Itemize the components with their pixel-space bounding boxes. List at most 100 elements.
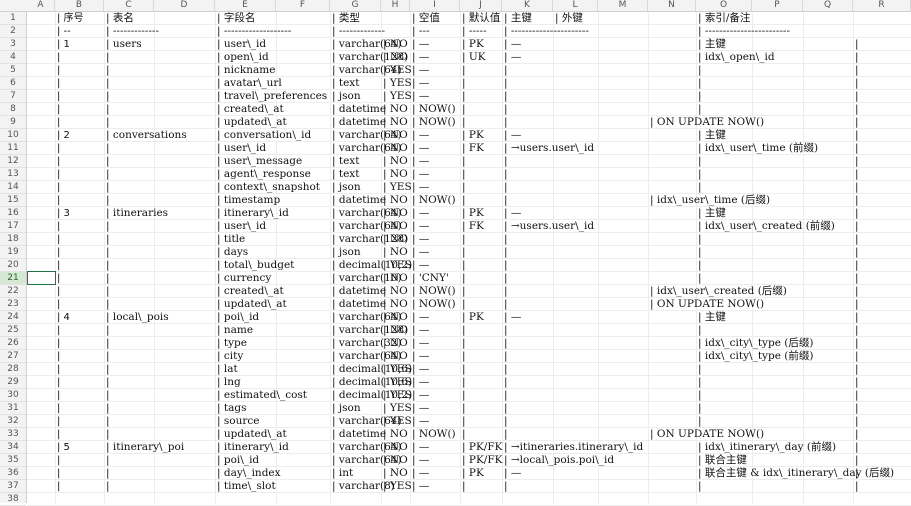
cell-b29[interactable]: | — [57, 376, 60, 389]
cell-e33[interactable]: | updated\_at — [217, 428, 287, 441]
cell-e18[interactable]: | title — [217, 233, 245, 246]
cell-e2[interactable]: | ------------------- — [217, 25, 291, 38]
cell-h3[interactable]: | NO — [383, 38, 408, 51]
cell-k5[interactable]: | — [504, 64, 508, 77]
cell-c27[interactable]: | — [106, 350, 110, 363]
row-header-15[interactable]: 15 — [0, 194, 26, 207]
cell-c9[interactable]: | — [106, 116, 110, 129]
cell-k15[interactable]: | — [504, 194, 508, 207]
cell-b36[interactable]: | — [57, 467, 60, 480]
cell-c35[interactable]: | — [106, 454, 110, 467]
cell-i30[interactable]: | — — [412, 389, 429, 402]
cell-e8[interactable]: | created\_at — [217, 103, 284, 116]
cell-c30[interactable]: | — [106, 389, 110, 402]
cell-b28[interactable]: | — [57, 363, 60, 376]
cell-o26[interactable]: | idx\_city\_type (后缀) — [698, 337, 813, 350]
cell-o18[interactable]: | — [698, 233, 702, 246]
cell-h21[interactable]: | NO — [383, 272, 408, 285]
cell-h36[interactable]: | NO — [383, 467, 408, 480]
cell-i15[interactable]: | NOW() — [412, 194, 456, 207]
cell-o3[interactable]: | 主键 — [698, 38, 726, 51]
cell-j36[interactable]: | PK — [462, 467, 484, 480]
row-header-5[interactable]: 5 — [0, 64, 26, 77]
cell-c21[interactable]: | — [106, 272, 110, 285]
cell-b18[interactable]: | — [57, 233, 60, 246]
cell-j20[interactable]: | — [462, 259, 466, 272]
cell-c25[interactable]: | — [106, 324, 110, 337]
column-header-m[interactable]: M — [598, 0, 648, 11]
cell-o21[interactable]: | — [698, 272, 702, 285]
row-header-30[interactable]: 30 — [0, 389, 26, 402]
cell-b9[interactable]: | — [57, 116, 60, 129]
cell-b12[interactable]: | — [57, 155, 60, 168]
cell-h24[interactable]: | NO — [383, 311, 408, 324]
cell-o8[interactable]: | — [698, 103, 702, 116]
cell-k10[interactable]: | — — [504, 129, 521, 142]
cell-o31[interactable]: | — [698, 402, 702, 415]
cell-b30[interactable]: | — [57, 389, 60, 402]
cell-j9[interactable]: | — [462, 116, 466, 129]
cell-k11[interactable]: | →users.user\_id — [504, 142, 594, 155]
cell-g19[interactable]: | json — [332, 246, 361, 259]
cell-e37[interactable]: | time\_slot — [217, 480, 276, 493]
cell-h12[interactable]: | NO — [383, 155, 408, 168]
row-header-9[interactable]: 9 — [0, 116, 26, 129]
cell-c23[interactable]: | — [106, 298, 110, 311]
row-header-12[interactable]: 12 — [0, 155, 26, 168]
row-header-3[interactable]: 3 — [0, 38, 26, 51]
cell-r25[interactable]: | — [855, 324, 859, 337]
cell-h28[interactable]: | YES — [383, 363, 412, 376]
cell-c16[interactable]: | itineraries — [106, 207, 168, 220]
cell-k1[interactable]: | 主键 — [504, 12, 532, 25]
cell-g1[interactable]: | 类型 — [332, 12, 360, 25]
cell-i11[interactable]: | — — [412, 142, 429, 155]
cell-h10[interactable]: | NO — [383, 129, 408, 142]
cell-c1[interactable]: | 表名 — [106, 12, 134, 25]
cell-r32[interactable]: | — [855, 415, 859, 428]
cell-n33[interactable]: | ON UPDATE NOW() — [650, 428, 764, 441]
column-header-p[interactable]: P — [752, 0, 803, 11]
cell-c33[interactable]: | — [106, 428, 110, 441]
cell-e35[interactable]: | poi\_id — [217, 454, 259, 467]
cell-c17[interactable]: | — [106, 220, 110, 233]
cell-j31[interactable]: | — [462, 402, 466, 415]
cell-h19[interactable]: | NO — [383, 246, 408, 259]
column-header-j[interactable]: J — [460, 0, 502, 11]
column-header-a[interactable]: A — [27, 0, 55, 11]
cell-i33[interactable]: | NOW() — [412, 428, 456, 441]
cell-i7[interactable]: | — — [412, 90, 429, 103]
cell-r14[interactable]: | — [855, 181, 859, 194]
cell-i24[interactable]: | — — [412, 311, 429, 324]
cell-g36[interactable]: | int — [332, 467, 353, 480]
cell-o19[interactable]: | — [698, 246, 702, 259]
cell-j3[interactable]: | PK — [462, 38, 484, 51]
cell-i13[interactable]: | — — [412, 168, 429, 181]
cell-h15[interactable]: | NO — [383, 194, 408, 207]
cell-i29[interactable]: | — — [412, 376, 429, 389]
cell-g12[interactable]: | text — [332, 155, 359, 168]
cell-o1[interactable]: | 索引/备注 — [698, 12, 750, 25]
cell-k14[interactable]: | — [504, 181, 508, 194]
cell-b37[interactable]: | — [57, 480, 60, 493]
cell-b27[interactable]: | — [57, 350, 60, 363]
cell-r26[interactable]: | — [855, 337, 859, 350]
cell-r15[interactable]: | — [855, 194, 859, 207]
cell-j37[interactable]: | — [462, 480, 466, 493]
cell-j22[interactable]: | — [462, 285, 466, 298]
row-header-6[interactable]: 6 — [0, 77, 26, 90]
cell-o34[interactable]: | idx\_itinerary\_day (前缀) — [698, 441, 836, 454]
cell-area[interactable]: | 序号 | 表名 | 字段名 | 类型 | 空值 | 默认值 | 主键 | 外键 | 索引/备… — [27, 12, 911, 506]
cell-c32[interactable]: | — [106, 415, 110, 428]
cell-i18[interactable]: | — — [412, 233, 429, 246]
cell-c28[interactable]: | — [106, 363, 110, 376]
cell-e9[interactable]: | updated\_at — [217, 116, 287, 129]
cell-k34[interactable]: | →itineraries.itinerary\_id — [504, 441, 643, 454]
cell-b35[interactable]: | — [57, 454, 60, 467]
cell-e20[interactable]: | total\_budget — [217, 259, 294, 272]
row-header-7[interactable]: 7 — [0, 90, 26, 103]
column-header-b[interactable]: B — [55, 0, 104, 11]
cell-r11[interactable]: | — [855, 142, 859, 155]
cell-k21[interactable]: | — [504, 272, 508, 285]
cell-b16[interactable]: | 3 — [57, 207, 70, 220]
cell-j25[interactable]: | — [462, 324, 466, 337]
